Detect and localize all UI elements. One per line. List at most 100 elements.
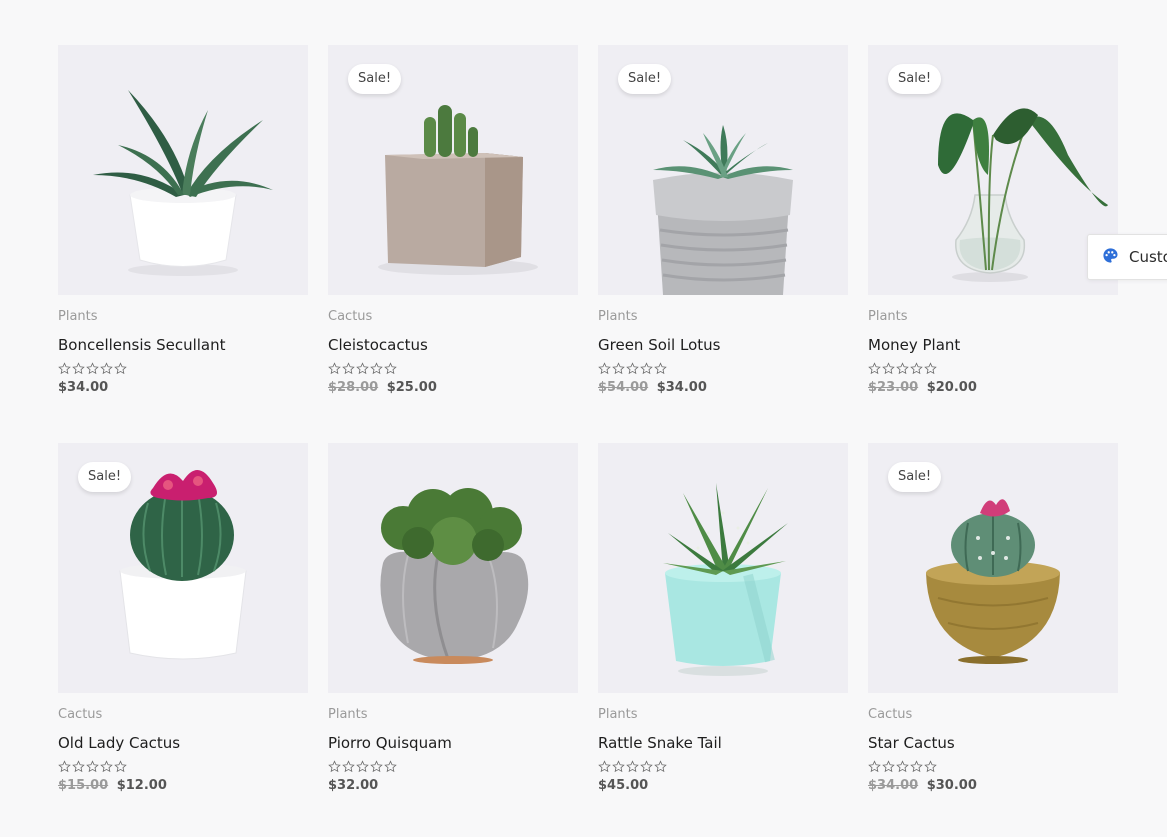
star-icon: [626, 360, 639, 375]
product-category[interactable]: Cactus: [868, 707, 1118, 722]
star-icon: [72, 758, 85, 773]
product-category[interactable]: Plants: [598, 309, 848, 324]
sale-badge: Sale!: [888, 462, 942, 492]
star-icon: [356, 360, 369, 375]
sale-badge: Sale!: [888, 64, 942, 94]
star-rating: [328, 360, 578, 375]
current-price: $20.00: [926, 380, 977, 395]
star-icon: [370, 360, 383, 375]
star-rating: [58, 360, 308, 375]
product-title[interactable]: Old Lady Cactus: [58, 734, 308, 752]
plant-image: [663, 483, 788, 676]
star-icon: [328, 758, 341, 773]
star-icon: [342, 360, 355, 375]
star-icon: [924, 758, 937, 773]
product-category[interactable]: Cactus: [328, 309, 578, 324]
product-title[interactable]: Green Soil Lotus: [598, 336, 848, 354]
current-price: $45.00: [598, 778, 649, 793]
product-price: $23.00 $20.00: [868, 380, 1118, 395]
star-icon: [640, 360, 653, 375]
product-category[interactable]: Plants: [328, 707, 578, 722]
product-category[interactable]: Plants: [58, 309, 308, 324]
original-price: $23.00: [868, 380, 919, 395]
star-icon: [384, 758, 397, 773]
product-image[interactable]: Sale!: [868, 443, 1118, 693]
current-price: $12.00: [116, 778, 167, 793]
product-image[interactable]: Sale!: [868, 45, 1118, 295]
star-icon: [654, 758, 667, 773]
star-icon: [328, 360, 341, 375]
product-price: $34.00 $30.00: [868, 778, 1118, 793]
plant-image: [93, 90, 273, 276]
sale-badge: Sale!: [78, 462, 132, 492]
customize-button[interactable]: Custo: [1087, 234, 1167, 280]
product-image[interactable]: Sale!: [328, 45, 578, 295]
product-card[interactable]: Sale! Cactus Old Lady Cactus $15.00 $12.…: [58, 443, 308, 837]
product-category[interactable]: Plants: [598, 707, 848, 722]
sale-badge: Sale!: [348, 64, 402, 94]
product-price: $32.00: [328, 778, 578, 793]
product-title[interactable]: Rattle Snake Tail: [598, 734, 848, 752]
product-card[interactable]: Plants Boncellensis Secullant $34.00: [58, 45, 308, 443]
product-title[interactable]: Boncellensis Secullant: [58, 336, 308, 354]
original-price: $28.00: [328, 380, 379, 395]
product-title[interactable]: Piorro Quisquam: [328, 734, 578, 752]
product-card[interactable]: Plants Rattle Snake Tail $45.00: [598, 443, 848, 837]
product-price: $34.00: [58, 380, 308, 395]
customize-label: Custo: [1129, 248, 1167, 266]
star-rating: [58, 758, 308, 773]
star-icon: [100, 360, 113, 375]
star-icon: [86, 758, 99, 773]
star-icon: [598, 360, 611, 375]
current-price: $34.00: [58, 380, 109, 395]
product-price: $15.00 $12.00: [58, 778, 308, 793]
product-category[interactable]: Cactus: [58, 707, 308, 722]
star-icon: [640, 758, 653, 773]
product-card[interactable]: Sale! Plants Money Plant $23.00 $20.00: [868, 45, 1118, 443]
product-card[interactable]: Plants Piorro Quisquam $32.00: [328, 443, 578, 837]
star-icon: [612, 758, 625, 773]
product-card[interactable]: Sale! Plants Green Soil Lotus $54.00 $34…: [598, 45, 848, 443]
star-rating: [868, 360, 1118, 375]
star-icon: [72, 360, 85, 375]
star-icon: [910, 758, 923, 773]
star-icon: [86, 360, 99, 375]
star-icon: [654, 360, 667, 375]
star-icon: [612, 360, 625, 375]
product-card[interactable]: Sale! Cactus Star Cactus $34.00 $30.00: [868, 443, 1118, 837]
product-price: $28.00 $25.00: [328, 380, 578, 395]
star-icon: [100, 758, 113, 773]
original-price: $15.00: [58, 778, 109, 793]
current-price: $32.00: [328, 778, 379, 793]
plant-image: [380, 488, 529, 664]
product-grid: Plants Boncellensis Secullant $34.00 Sal…: [58, 45, 1118, 837]
star-icon: [910, 360, 923, 375]
current-price: $34.00: [656, 380, 707, 395]
product-image[interactable]: Sale!: [58, 443, 308, 693]
product-price: $54.00 $34.00: [598, 380, 848, 395]
product-image[interactable]: [58, 45, 308, 295]
star-icon: [598, 758, 611, 773]
product-title[interactable]: Cleistocactus: [328, 336, 578, 354]
product-category[interactable]: Plants: [868, 309, 1118, 324]
star-icon: [342, 758, 355, 773]
star-icon: [868, 360, 881, 375]
product-image[interactable]: [598, 443, 848, 693]
star-icon: [924, 360, 937, 375]
product-price: $45.00: [598, 778, 848, 793]
star-icon: [114, 758, 127, 773]
current-price: $30.00: [926, 778, 977, 793]
star-icon: [896, 360, 909, 375]
star-rating: [598, 758, 848, 773]
star-icon: [882, 360, 895, 375]
star-icon: [114, 360, 127, 375]
product-title[interactable]: Star Cactus: [868, 734, 1118, 752]
product-card[interactable]: Sale! Cactus Cleistocactus $28.00 $25.00: [328, 45, 578, 443]
palette-icon: [1102, 247, 1119, 268]
product-image[interactable]: [328, 443, 578, 693]
product-title[interactable]: Money Plant: [868, 336, 1118, 354]
original-price: $54.00: [598, 380, 649, 395]
star-rating: [868, 758, 1118, 773]
star-rating: [328, 758, 578, 773]
product-image[interactable]: Sale!: [598, 45, 848, 295]
